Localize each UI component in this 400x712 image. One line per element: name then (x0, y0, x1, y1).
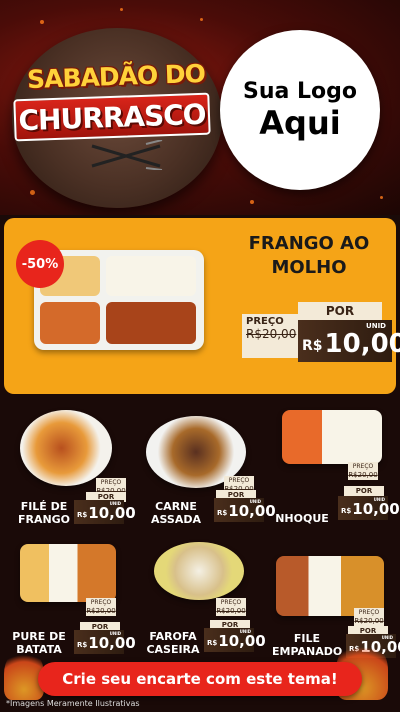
create-flyer-button[interactable]: Crie seu encarte com este tema! (38, 662, 362, 696)
price-tag: R$ 10,00 UNID (214, 498, 276, 522)
preco-label: PREÇO R$20,00 (354, 608, 384, 626)
your-logo-placeholder: Sua Logo Aqui (220, 30, 380, 190)
dish-name: FAROFA CASEIRA (146, 630, 200, 656)
por-label: POR (344, 486, 384, 496)
dish-image-file-empanado (276, 556, 384, 616)
dish-image-pure-de-batata (20, 544, 116, 602)
featured-old-price-box: PREÇO R$20,00 (242, 314, 298, 358)
featured-preco-label: PREÇO (246, 316, 284, 327)
price-tag: R$ 10,00 UNID (74, 630, 136, 654)
featured-por-label: POR (298, 302, 382, 320)
price-tag: R$ 10,00 UNID (338, 496, 400, 520)
header-banner: SABADÃO DO CHURRASCO Sua Logo Aqui (0, 0, 400, 215)
disclaimer-text: *Imagens Meramente Ilustrativas (6, 699, 140, 708)
dish-image-nhoque (282, 410, 382, 464)
logo-placeholder-line1: Sua Logo (242, 79, 357, 104)
featured-offer-card: -50% FRANGO AO MOLHO POR PREÇO R$20,00 R… (4, 218, 400, 394)
dish-name: FILE EMPANADO (272, 632, 343, 658)
logo-placeholder-line2: Aqui (259, 104, 341, 142)
preco-label: PREÇO R$20,00 (348, 462, 378, 480)
featured-old-price: R$20,00 (246, 327, 297, 341)
price-tag: R$ 10,00 UNID (74, 500, 136, 524)
dish-name: NHOQUE (275, 512, 329, 525)
preco-label: PREÇO R$20,00 (216, 598, 246, 616)
dish-image-farofa-caseira (154, 542, 244, 600)
dish-image-file-de-frango (20, 410, 112, 486)
featured-price: 10,00 (324, 329, 400, 359)
event-title-banner: CHURRASCO (13, 92, 211, 142)
featured-price-tag: R$ 10,00 UNID (298, 320, 400, 362)
featured-currency: R$ (302, 338, 323, 354)
price-tag: R$ 10,00 UNID (204, 628, 266, 652)
dish-name: CARNE ASSADA (150, 500, 202, 526)
preco-label: PREÇO R$20,00 (86, 598, 116, 616)
dish-name: FILÉ DE FRANGO (17, 500, 71, 526)
featured-dish-name: FRANGO AO MOLHO (248, 233, 370, 278)
event-title-bottom: CHURRASCO (17, 97, 207, 137)
grill-utensils-icon (91, 140, 163, 170)
featured-unit: UNID (366, 322, 386, 330)
discount-badge: -50% (16, 240, 64, 288)
